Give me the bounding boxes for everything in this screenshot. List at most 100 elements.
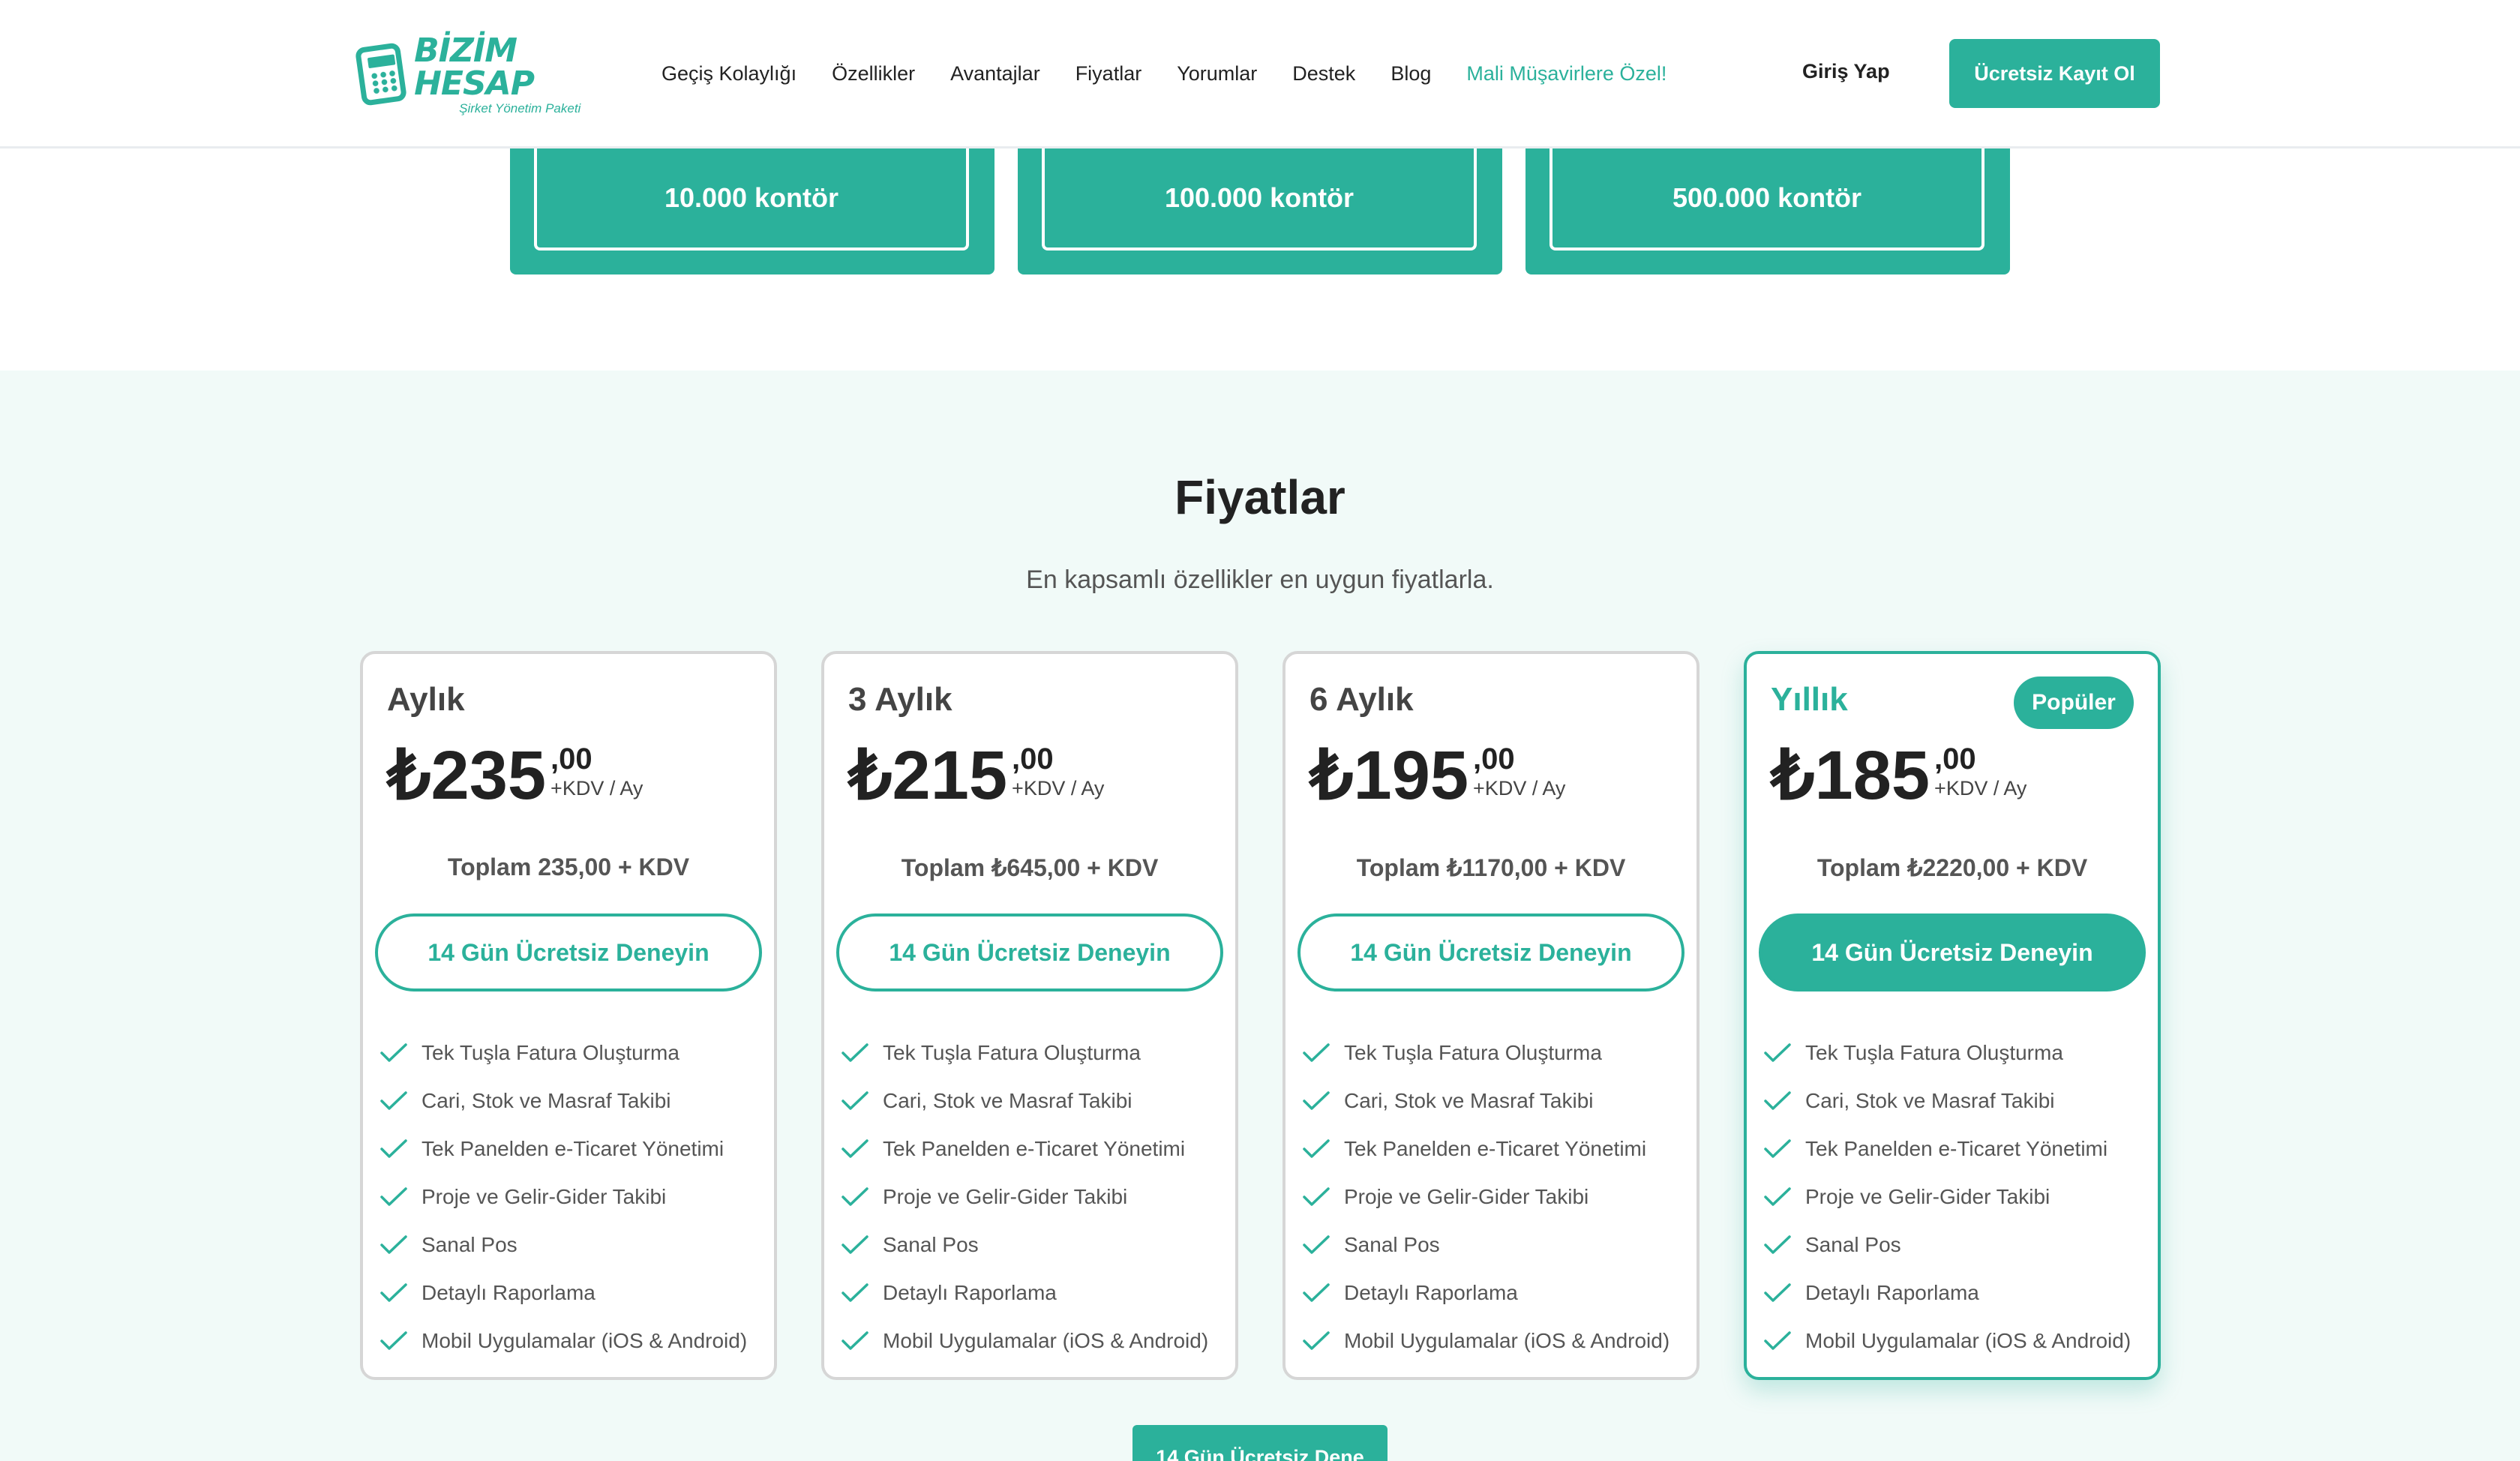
kontor-button[interactable]: 10.000 kontör: [534, 148, 969, 250]
currency-symbol: ₺: [1771, 737, 1815, 814]
price-value: 185: [1814, 737, 1930, 814]
login-link[interactable]: Giriş Yap: [1802, 60, 1890, 83]
plan-total: Toplam ₺645,00 + KDV: [901, 854, 1159, 881]
feature-label: Tek Panelden e-Ticaret Yönetimi: [422, 1137, 724, 1160]
feature-item: Detaylı Raporlama: [380, 1269, 747, 1317]
pricing-section: Fiyatlar En kapsamlı özellikler en uygun…: [0, 370, 2520, 1461]
nav-avantajlar[interactable]: Avantajlar: [950, 62, 1040, 86]
check-icon: [380, 1139, 407, 1158]
check-icon: [1303, 1283, 1330, 1302]
kontor-card: 500.000 kontör: [1526, 148, 2010, 274]
check-icon: [1764, 1187, 1791, 1206]
nav-fiyatlar[interactable]: Fiyatlar: [1076, 62, 1142, 86]
nav-ozellikler[interactable]: Özellikler: [832, 62, 915, 86]
price-cents: ,00: [1934, 742, 1976, 776]
feature-item: Tek Tuşla Fatura Oluşturma: [1302, 1029, 1670, 1077]
feature-item: Sanal Pos: [1302, 1221, 1670, 1269]
feature-label: Proje ve Gelir-Gider Takibi: [1344, 1185, 1589, 1208]
price-value: 215: [892, 737, 1008, 814]
feature-item: Cari, Stok ve Masraf Takibi: [380, 1077, 747, 1125]
plan-price: ₺185 ,00 +KDV / Ay: [1771, 741, 2026, 810]
check-icon: [842, 1043, 868, 1062]
feature-item: Mobil Uygulamalar (iOS & Android): [841, 1317, 1208, 1365]
feature-item: Cari, Stok ve Masraf Takibi: [841, 1077, 1208, 1125]
check-icon: [1764, 1043, 1791, 1062]
main-nav: Geçiş Kolaylığı Özellikler Avantajlar Fi…: [662, 58, 1702, 88]
check-icon: [1303, 1091, 1330, 1110]
check-icon: [1303, 1235, 1330, 1254]
check-icon: [1303, 1043, 1330, 1062]
plan-total: Toplam 235,00 + KDV: [447, 854, 690, 880]
free-trial-button[interactable]: 14 Gün Ücretsiz Dene: [1132, 1425, 1388, 1461]
feature-label: Sanal Pos: [1805, 1233, 1901, 1256]
logo[interactable]: BİZİM HESAP Şirket Yönetim Paketi: [354, 34, 621, 115]
feature-item: Tek Panelden e-Ticaret Yönetimi: [841, 1125, 1208, 1173]
nav-yorumlar[interactable]: Yorumlar: [1177, 62, 1257, 86]
feature-label: Sanal Pos: [883, 1233, 979, 1256]
currency-symbol: ₺: [848, 737, 892, 814]
price-value: 235: [430, 737, 547, 814]
feature-item: Detaylı Raporlama: [1763, 1269, 2131, 1317]
feature-list: Tek Tuşla Fatura Oluşturma Cari, Stok ve…: [841, 1029, 1208, 1365]
feature-item: Proje ve Gelir-Gider Takibi: [1302, 1173, 1670, 1221]
feature-label: Cari, Stok ve Masraf Takibi: [1805, 1089, 2055, 1112]
feature-label: Detaylı Raporlama: [883, 1281, 1057, 1304]
feature-label: Cari, Stok ve Masraf Takibi: [422, 1089, 671, 1112]
feature-label: Tek Panelden e-Ticaret Yönetimi: [1344, 1137, 1647, 1160]
popular-badge: Popüler: [2014, 676, 2134, 729]
plan-name: 6 Aylık: [1310, 681, 1414, 718]
feature-item: Proje ve Gelir-Gider Takibi: [380, 1173, 747, 1221]
calculator-icon: [354, 42, 408, 106]
check-icon: [1764, 1139, 1791, 1158]
kontor-button[interactable]: 100.000 kontör: [1042, 148, 1477, 250]
site-header: BİZİM HESAP Şirket Yönetim Paketi Geçiş …: [0, 0, 2520, 148]
feature-label: Mobil Uygulamalar (iOS & Android): [883, 1329, 1209, 1352]
trial-button[interactable]: 14 Gün Ücretsiz Deneyin: [375, 914, 762, 992]
nav-mali-musavirler[interactable]: Mali Müşavirlere Özel!: [1466, 62, 1666, 86]
feature-item: Sanal Pos: [1763, 1221, 2131, 1269]
trial-button[interactable]: 14 Gün Ücretsiz Deneyin: [1298, 914, 1684, 992]
feature-item: Detaylı Raporlama: [1302, 1269, 1670, 1317]
check-icon: [1764, 1091, 1791, 1110]
nav-blog[interactable]: Blog: [1390, 62, 1431, 86]
feature-label: Proje ve Gelir-Gider Takibi: [422, 1185, 667, 1208]
feature-list: Tek Tuşla Fatura Oluşturma Cari, Stok ve…: [1763, 1029, 2131, 1365]
feature-item: Cari, Stok ve Masraf Takibi: [1763, 1077, 2131, 1125]
plan-total: Toplam ₺2220,00 + KDV: [1816, 854, 2088, 881]
currency-symbol: ₺: [1310, 737, 1354, 814]
feature-item: Detaylı Raporlama: [841, 1269, 1208, 1317]
check-icon: [380, 1235, 407, 1254]
feature-item: Proje ve Gelir-Gider Takibi: [1763, 1173, 2131, 1221]
check-icon: [1764, 1331, 1791, 1350]
feature-item: Mobil Uygulamalar (iOS & Android): [1763, 1317, 2131, 1365]
feature-item: Proje ve Gelir-Gider Takibi: [841, 1173, 1208, 1221]
nav-gecis-kolayligi[interactable]: Geçiş Kolaylığı: [662, 62, 796, 86]
feature-item: Tek Tuşla Fatura Oluşturma: [841, 1029, 1208, 1077]
check-icon: [842, 1235, 868, 1254]
plan-total: Toplam ₺1170,00 + KDV: [1356, 854, 1626, 881]
currency-symbol: ₺: [387, 737, 431, 814]
price-period: +KDV / Ay: [1012, 777, 1105, 800]
section-title: Fiyatlar: [1174, 470, 1346, 524]
nav-destek[interactable]: Destek: [1292, 62, 1355, 86]
kontor-button[interactable]: 500.000 kontör: [1550, 148, 1984, 250]
feature-label: Tek Panelden e-Ticaret Yönetimi: [883, 1137, 1186, 1160]
logo-name: BİZİM HESAP: [414, 31, 535, 103]
feature-item: Tek Panelden e-Ticaret Yönetimi: [1302, 1125, 1670, 1173]
feature-label: Detaylı Raporlama: [422, 1281, 596, 1304]
price-period: +KDV / Ay: [550, 777, 644, 800]
price-period: +KDV / Ay: [1934, 777, 2027, 800]
trial-button[interactable]: 14 Gün Ücretsiz Deneyin: [836, 914, 1223, 992]
check-icon: [380, 1187, 407, 1206]
feature-label: Tek Panelden e-Ticaret Yönetimi: [1805, 1137, 2108, 1160]
price-amount: ₺195: [1310, 741, 1468, 810]
feature-item: Tek Panelden e-Ticaret Yönetimi: [1763, 1125, 2131, 1173]
logo-tagline: Şirket Yönetim Paketi: [459, 100, 581, 116]
price-cents: ,00: [1473, 742, 1515, 776]
trial-button[interactable]: 14 Gün Ücretsiz Deneyin: [1759, 914, 2146, 992]
feature-label: Tek Tuşla Fatura Oluşturma: [883, 1041, 1141, 1064]
signup-button[interactable]: Ücretsiz Kayıt Ol: [1949, 39, 2160, 108]
plan-price: ₺215 ,00 +KDV / Ay: [848, 741, 1104, 810]
feature-item: Sanal Pos: [841, 1221, 1208, 1269]
feature-item: Mobil Uygulamalar (iOS & Android): [1302, 1317, 1670, 1365]
